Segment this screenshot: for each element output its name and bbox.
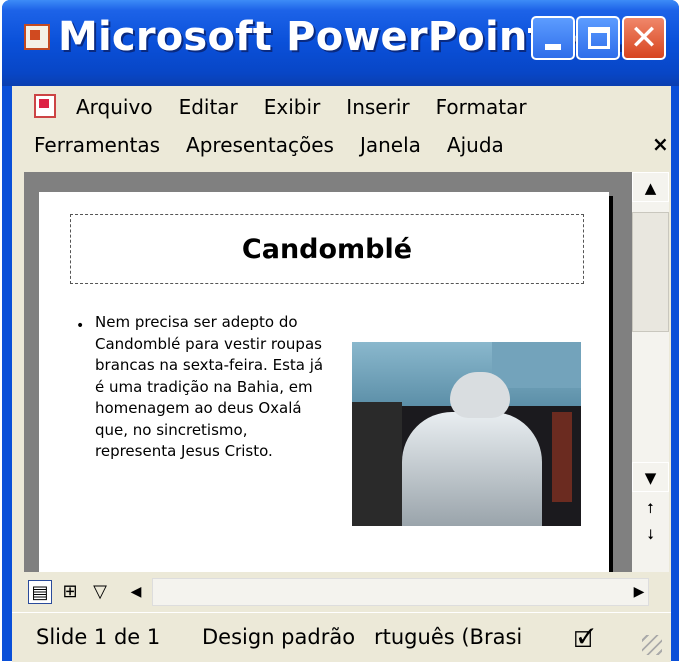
scroll-right-button[interactable]: ▶	[627, 578, 651, 606]
bullet-icon: •	[76, 318, 85, 334]
maximize-button[interactable]	[576, 16, 620, 60]
status-slide-count: Slide 1 de 1	[36, 625, 161, 649]
view-bar: ▤ ⊞ ▽ ◀ ▶	[24, 572, 669, 612]
slide-title: Candomblé	[241, 233, 413, 265]
menu-editar[interactable]: Editar	[179, 95, 238, 119]
normal-view-icon[interactable]: ▤	[28, 580, 52, 604]
title-placeholder[interactable]: Candomblé	[70, 214, 584, 284]
powerpoint-window: Microsoft PowerPoint -... ✕ Arquivo Edit…	[2, 0, 679, 662]
slide-navigation: ⭡ ⭣	[632, 496, 669, 580]
slide-show-view-icon[interactable]: ▽	[88, 580, 112, 604]
scroll-down-button[interactable]: ▼	[632, 462, 669, 492]
close-icon: ✕	[629, 18, 659, 58]
status-bar: Slide 1 de 1 Design padrão rtuguês (Bras…	[12, 612, 671, 662]
photo-figure	[402, 412, 542, 526]
scroll-thumb[interactable]	[632, 212, 669, 332]
photo-head	[450, 372, 510, 418]
previous-slide-button[interactable]: ⭡	[632, 496, 669, 522]
menu-exibir[interactable]: Exibir	[264, 95, 321, 119]
photo-shadow	[352, 402, 402, 526]
next-slide-button[interactable]: ⭣	[632, 522, 669, 548]
menu-row-2: Ferramentas Apresentações Janela Ajuda	[34, 126, 530, 164]
window-body: Arquivo Editar Exibir Inserir Formatar F…	[12, 86, 671, 662]
minimize-button[interactable]	[531, 16, 575, 60]
close-document-icon[interactable]: ×	[652, 132, 669, 156]
minimize-icon	[545, 44, 561, 50]
menu-ferramentas[interactable]: Ferramentas	[34, 133, 160, 157]
status-language: rtuguês (Brasi	[374, 625, 523, 649]
menu-apresentacoes[interactable]: Apresentações	[186, 133, 334, 157]
spellcheck-icon[interactable]: 🗹	[574, 623, 594, 661]
scroll-left-button[interactable]: ◀	[124, 578, 148, 606]
horizontal-scrollbar[interactable]	[152, 578, 649, 606]
menu-janela[interactable]: Janela	[360, 133, 421, 157]
photo-background-detail	[552, 412, 572, 502]
slide-photo[interactable]	[352, 342, 581, 526]
menu-arquivo[interactable]: Arquivo	[76, 95, 153, 119]
resize-grip[interactable]	[642, 635, 662, 655]
slide-sorter-view-icon[interactable]: ⊞	[58, 580, 82, 604]
close-button[interactable]: ✕	[622, 16, 666, 60]
maximize-icon	[588, 27, 610, 49]
menu-row-1: Arquivo Editar Exibir Inserir Formatar	[12, 88, 553, 126]
slide-body-text[interactable]: Nem precisa ser adepto do Candomblé para…	[95, 312, 325, 463]
menu-inserir[interactable]: Inserir	[346, 95, 409, 119]
menu-ajuda[interactable]: Ajuda	[447, 133, 504, 157]
menu-formatar[interactable]: Formatar	[436, 95, 527, 119]
document-icon[interactable]	[34, 94, 60, 120]
photo-umbrella-edge	[492, 342, 581, 388]
menu-bar: Arquivo Editar Exibir Inserir Formatar F…	[12, 86, 671, 170]
scroll-up-button[interactable]: ▲	[632, 172, 669, 202]
powerpoint-app-icon[interactable]	[24, 24, 50, 50]
status-design: Design padrão	[202, 625, 356, 649]
title-bar[interactable]: Microsoft PowerPoint -... ✕	[2, 0, 679, 86]
